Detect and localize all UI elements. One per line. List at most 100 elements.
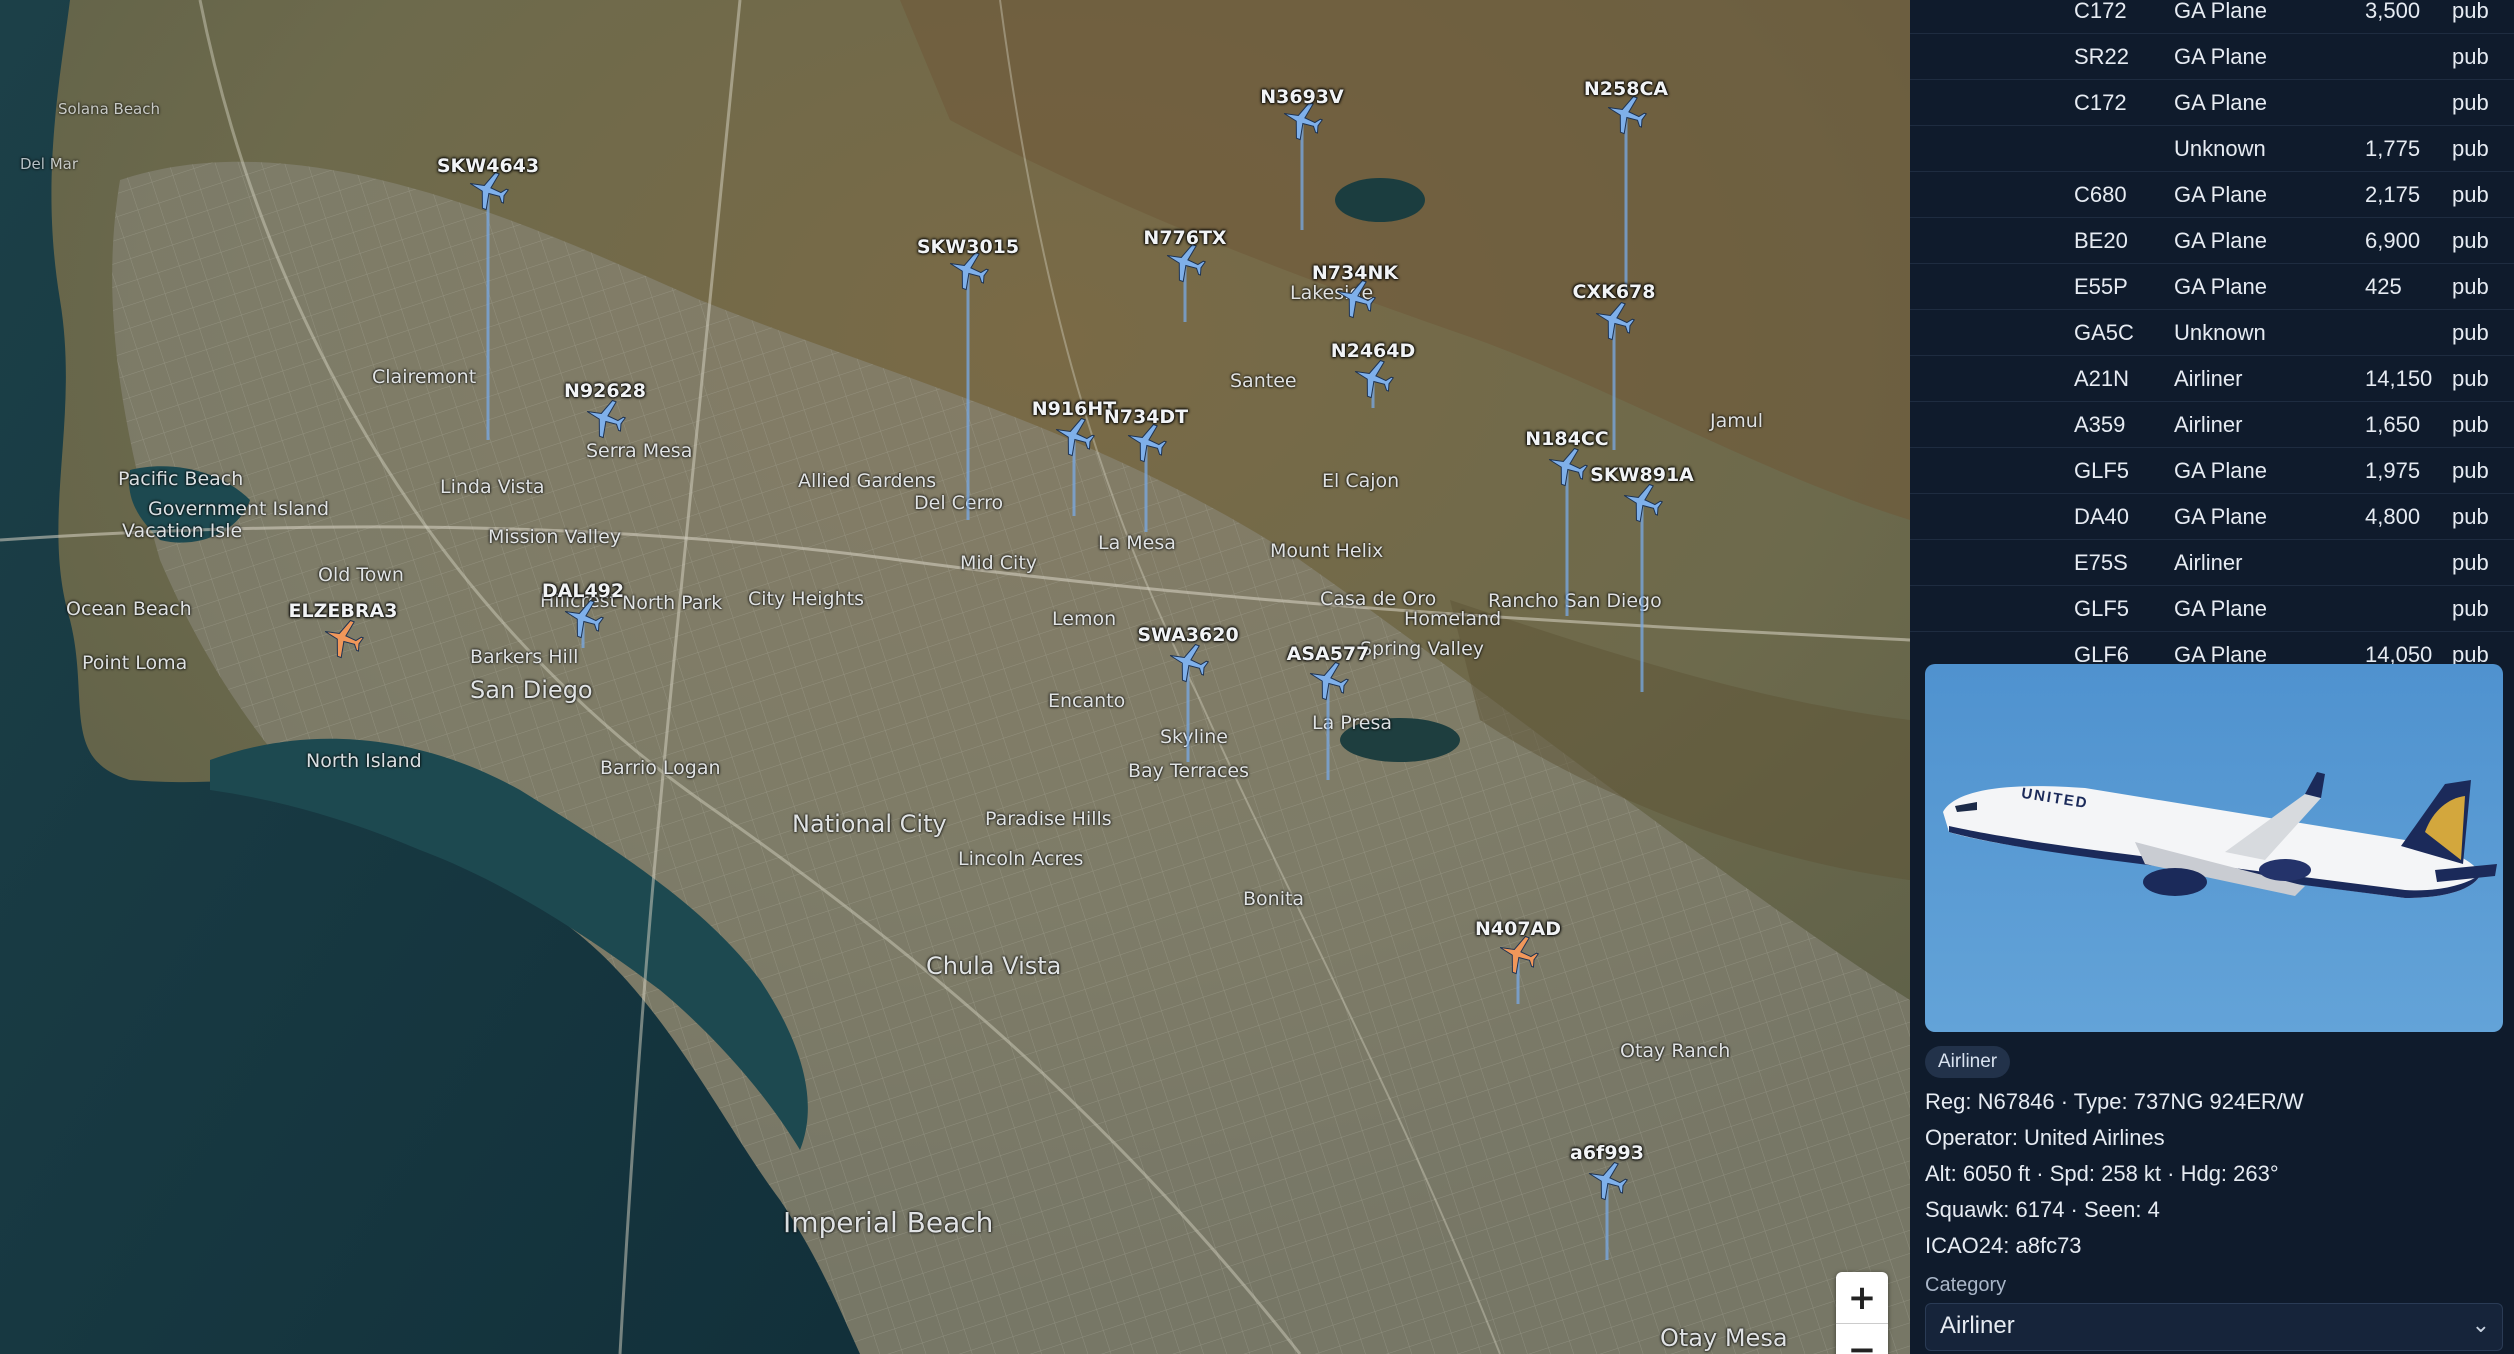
place-label: San Diego: [470, 676, 593, 704]
flight-row[interactable]: C172 GA Plane 3,500 pub: [1910, 0, 2514, 34]
flight-altitude-cell: 1,775: [2365, 135, 2421, 161]
aircraft-callsign[interactable]: SKW4643: [437, 155, 539, 177]
altitude-stem: [966, 270, 970, 520]
flight-category-cell: Airliner: [2174, 365, 2243, 391]
flight-category-cell: GA Plane: [2174, 595, 2267, 621]
aircraft-callsign[interactable]: N407AD: [1475, 918, 1561, 940]
flight-row[interactable]: E55P GA Plane 425 pub: [1910, 264, 2514, 310]
flight-source-cell: pub: [2452, 503, 2489, 529]
place-label: North Island: [306, 750, 422, 772]
flight-row[interactable]: GLF6 GA Plane 14,050 pub: [1910, 632, 2514, 665]
aircraft-callsign[interactable]: N258CA: [1584, 78, 1668, 100]
flight-row[interactable]: C172 GA Plane pub: [1910, 80, 2514, 126]
flight-type-cell: A21N: [2074, 365, 2130, 391]
zoom-control: + −: [1836, 1272, 1888, 1354]
aircraft-callsign[interactable]: a6f993: [1570, 1142, 1644, 1164]
flight-row[interactable]: BE20 GA Plane 6,900 pub: [1910, 218, 2514, 264]
flight-source-cell: pub: [2452, 273, 2489, 299]
aircraft-callsign[interactable]: ASA577: [1287, 643, 1370, 665]
zoom-out-button[interactable]: −: [1836, 1324, 1888, 1354]
squawk-line: Squawk: 6174 · Seen: 4: [1925, 1197, 2160, 1222]
flight-source-cell: pub: [2452, 319, 2489, 345]
place-label: Barrio Logan: [600, 757, 721, 779]
flight-type-cell: BE20: [2074, 227, 2128, 253]
altitude-speed-line: Alt: 6050 ft · Spd: 258 kt · Hdg: 263°: [1925, 1161, 2279, 1186]
place-label: Bay Terraces: [1128, 760, 1249, 782]
flight-category-cell: GA Plane: [2174, 43, 2267, 69]
aircraft-details: Airliner Reg: N67846 · Type: 737NG 924ER…: [1925, 1046, 2505, 1351]
aircraft-callsign[interactable]: N184CC: [1525, 428, 1608, 450]
flight-row[interactable]: GA5C Unknown pub: [1910, 310, 2514, 356]
flight-category-cell: GA Plane: [2174, 457, 2267, 483]
category-select[interactable]: Airliner ⌄: [1925, 1303, 2503, 1351]
flight-source-cell: pub: [2452, 0, 2489, 23]
flight-source-cell: pub: [2452, 595, 2489, 621]
aircraft-callsign[interactable]: N2464D: [1331, 340, 1416, 362]
flight-source-cell: pub: [2452, 181, 2489, 207]
place-label: Point Loma: [82, 652, 188, 674]
flight-type-cell: C172: [2074, 0, 2127, 23]
place-label: Santee: [1230, 370, 1297, 392]
flight-row[interactable]: E75S Airliner pub: [1910, 540, 2514, 586]
flight-type-cell: GA5C: [2074, 319, 2134, 345]
flight-row[interactable]: SR22 GA Plane pub: [1910, 34, 2514, 80]
aircraft-callsign[interactable]: N776TX: [1143, 227, 1226, 249]
flight-category-cell: GA Plane: [2174, 0, 2267, 23]
flight-type-cell: SR22: [2074, 43, 2130, 69]
place-label: City Heights: [748, 588, 864, 610]
place-label: Rancho San Diego: [1488, 590, 1662, 612]
place-label: Casa de Oro: [1320, 588, 1437, 610]
altitude-stem: [486, 190, 490, 440]
flight-row[interactable]: A359 Airliner 1,650 pub: [1910, 402, 2514, 448]
place-label: Chula Vista: [926, 952, 1062, 980]
flight-row[interactable]: A21N Airliner 14,150 pub: [1910, 356, 2514, 402]
airplane-icon[interactable]: [1591, 297, 1637, 343]
place-label: Encanto: [1048, 690, 1126, 712]
aircraft-callsign[interactable]: N92628: [564, 380, 646, 402]
place-label: El Cajon: [1322, 470, 1400, 492]
flight-type-cell: E75S: [2074, 549, 2128, 575]
flight-row[interactable]: DA40 GA Plane 4,800 pub: [1910, 494, 2514, 540]
map-view[interactable]: Del Mar Solana Beach Pacific Beach Governme…: [0, 0, 1910, 1354]
aircraft-callsign[interactable]: DAL492: [542, 580, 624, 602]
aircraft-callsign[interactable]: SKW891A: [1590, 464, 1694, 486]
flight-altitude-cell: 4,800: [2365, 503, 2421, 529]
flight-row[interactable]: GLF5 GA Plane pub: [1910, 586, 2514, 632]
place-label: Allied Gardens: [798, 470, 937, 492]
flight-altitude-cell: 425: [2365, 273, 2402, 299]
category-label: Category: [1925, 1274, 2007, 1296]
category-select-value: Airliner: [1940, 1312, 2015, 1339]
aircraft-callsign[interactable]: SWA3620: [1137, 624, 1238, 646]
aircraft-callsign[interactable]: N734DT: [1104, 406, 1188, 428]
place-label: Del Mar: [20, 155, 79, 173]
flight-row[interactable]: C680 GA Plane 2,175 pub: [1910, 172, 2514, 218]
flight-type-cell: A359: [2074, 411, 2126, 437]
flight-category-cell: GA Plane: [2174, 89, 2267, 115]
altitude-stem: [1640, 502, 1644, 692]
flight-row[interactable]: GLF5 GA Plane 1,975 pub: [1910, 448, 2514, 494]
flight-source-cell: pub: [2452, 89, 2489, 115]
flight-category-cell: GA Plane: [2174, 641, 2267, 665]
aircraft-callsign[interactable]: N3693V: [1260, 86, 1344, 108]
flight-category-cell: Airliner: [2174, 411, 2243, 437]
place-label: North Park: [622, 592, 723, 614]
flight-source-cell: pub: [2452, 457, 2489, 483]
place-label: National City: [792, 810, 947, 838]
flight-row[interactable]: Unknown 1,775 pub: [1910, 126, 2514, 172]
flight-source-cell: pub: [2452, 365, 2489, 391]
place-label: Mount Helix: [1270, 540, 1384, 562]
place-label: Barkers Hill: [470, 646, 579, 668]
icao-line: ICAO24: a8fc73: [1925, 1233, 2082, 1258]
aircraft-callsign[interactable]: CXK678: [1573, 281, 1656, 303]
zoom-in-button[interactable]: +: [1836, 1272, 1888, 1324]
flight-list[interactable]: C172 GA Plane 3,500 pub SR22 GA Plane pub C172 G…: [1910, 0, 2514, 664]
aircraft-callsign[interactable]: SKW3015: [917, 236, 1019, 258]
flight-source-cell: pub: [2452, 43, 2489, 69]
flight-source-cell: pub: [2452, 227, 2489, 253]
flight-category-cell: Airliner: [2174, 549, 2243, 575]
flight-type-cell: DA40: [2074, 503, 2130, 529]
aircraft-callsign[interactable]: N734NK: [1312, 262, 1398, 284]
aircraft-callsign[interactable]: ELZEBRA3: [289, 600, 398, 622]
place-label: Mid City: [960, 552, 1038, 574]
flight-altitude-cell: 1,650: [2365, 411, 2421, 437]
